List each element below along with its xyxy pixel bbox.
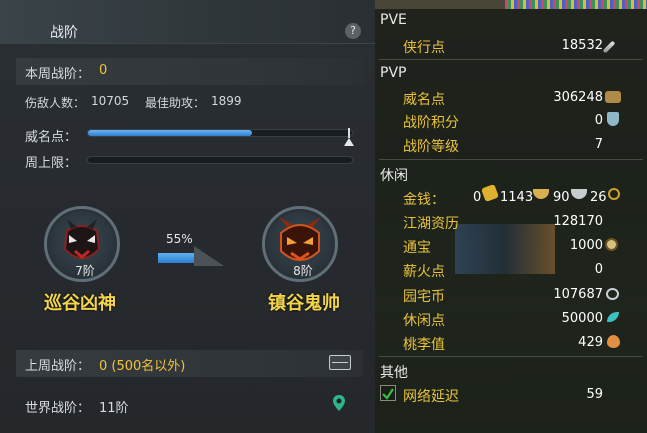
leisure-label-4: 休闲点: [403, 313, 445, 329]
other-value-0: 59: [586, 387, 603, 402]
leisure-label-5: 桃李值: [403, 337, 445, 353]
section-pve: PVE: [380, 12, 407, 28]
decorative-strip: [505, 0, 647, 9]
leisure-value-2: 0: [594, 262, 603, 277]
portrait-strip-art: [455, 224, 555, 274]
section-pvp: PVP: [380, 65, 407, 81]
leisure-label-3: 园宅币: [403, 289, 445, 305]
world-rank-label: 世界战阶：: [25, 401, 91, 416]
prestige-bar: [87, 129, 353, 137]
leisure-value-1: 1000: [569, 238, 603, 253]
divider: [379, 159, 643, 160]
next-rank-level: 8阶: [293, 264, 313, 278]
current-rank-level: 7阶: [75, 264, 95, 278]
house-coin-icon: [606, 288, 619, 300]
rank-panel: 战阶 ? 本周战阶： 0 伤敌人数： 10705 最佳助攻： 1899 威名点：…: [0, 0, 375, 433]
currency-tooltip: PVE 侠行点 18532 PVP 威名点 306248 战阶积分 0 战阶等级…: [375, 0, 647, 433]
weekly-cap-bar: [87, 156, 353, 164]
coin-icon: [605, 238, 618, 251]
section-leisure: 休闲: [380, 168, 408, 184]
kills-label: 伤敌人数：: [25, 96, 86, 110]
leisure-value-0: 128170: [553, 214, 603, 229]
prestige-marker-arrow-icon: [344, 138, 354, 146]
leisure-label-2: 薪火点: [403, 264, 445, 280]
pve-label-0: 侠行点: [403, 40, 445, 56]
kills-value: 10705: [91, 94, 130, 108]
section-other: 其他: [380, 365, 408, 381]
panel-title: 战阶: [50, 25, 78, 41]
chest-icon[interactable]: [329, 355, 351, 370]
rank-progress-percent: 55%: [166, 232, 193, 246]
coin-ring-icon: [608, 188, 620, 200]
money-label: 金钱：: [403, 192, 445, 208]
leisure-value-4: 50000: [561, 311, 603, 326]
money-silver: 1143: [500, 190, 534, 205]
money-wen: 26: [590, 190, 607, 205]
world-rank-value: 11阶: [99, 401, 129, 416]
pvp-label-2: 战阶等级: [403, 139, 459, 155]
leisure-label-0: 江湖资历: [403, 216, 459, 232]
divider: [379, 356, 643, 357]
latency-checkbox[interactable]: [380, 385, 396, 401]
divider: [379, 59, 643, 60]
week-rank-label: 本周战阶：: [25, 67, 91, 82]
pvp-label-0: 威名点: [403, 92, 445, 108]
pvp-label-1: 战阶积分: [403, 115, 459, 131]
help-icon[interactable]: ?: [345, 23, 361, 39]
pve-value-0: 18532: [561, 38, 603, 53]
rank-progress-arrow-icon: [194, 246, 224, 266]
pvp-value-1: 0: [594, 113, 603, 128]
other-label-0: 网络延迟: [403, 389, 459, 405]
leisure-label-1: 通宝: [403, 240, 431, 256]
current-rank-name: 巡谷凶神: [44, 293, 116, 314]
prestige-bar-fill: [88, 130, 252, 136]
rank-progress-bar: [158, 253, 194, 263]
checkmark-icon: [382, 388, 394, 400]
pvp-value-2: 7: [594, 137, 603, 152]
leisure-value-3: 107687: [553, 287, 603, 302]
location-pin-icon[interactable]: [332, 394, 346, 412]
prestige-label: 威名点：: [25, 130, 78, 145]
panel-header: 战阶 ?: [0, 0, 375, 44]
mask-icon: [605, 91, 621, 103]
assist-label: 最佳助攻：: [145, 96, 206, 110]
peach-icon: [607, 335, 620, 348]
money-gold: 0: [473, 190, 482, 205]
prestige-marker: [348, 128, 350, 138]
assist-value: 1899: [211, 94, 242, 108]
weekly-cap-label: 周上限：: [25, 156, 78, 171]
leisure-value-5: 429: [578, 335, 603, 350]
next-rank-name: 镇谷鬼帅: [268, 293, 340, 314]
last-week-value: 0 (500名以外): [99, 359, 186, 374]
week-rank-value: 0: [99, 63, 108, 78]
trophy-icon: [607, 112, 619, 126]
last-week-label: 上周战阶：: [25, 359, 91, 374]
pvp-value-0: 306248: [553, 90, 603, 105]
money-copper: 90: [553, 190, 570, 205]
